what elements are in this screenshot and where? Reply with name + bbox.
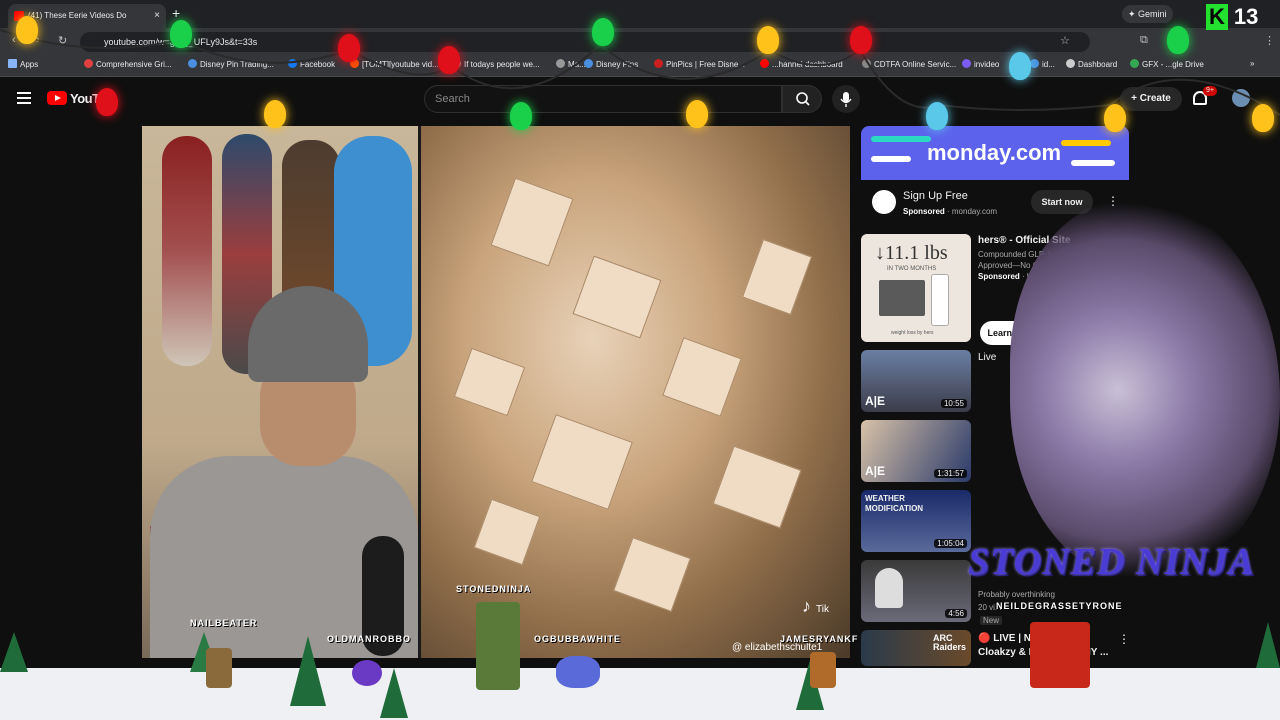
quartz-crystal (453, 347, 526, 417)
chat-username: NAILBEATER (190, 618, 258, 628)
monday-avatar-icon (872, 190, 896, 214)
ad-title[interactable]: Sign Up Free (903, 190, 968, 202)
light-bulb (264, 100, 286, 128)
weight-loss-figure: ↓11.1 lbs (875, 242, 948, 264)
ad-sponsored: Sponsored · monday.com (903, 207, 998, 216)
light-bulb (592, 18, 614, 46)
weight-loss-period: IN TWO MONTHS (887, 266, 937, 272)
chat-username: JAMESRYANKF (780, 634, 859, 644)
tiktok-watermark: ♪ Tik (802, 596, 829, 616)
chat-avatar-sprite (352, 660, 382, 686)
video-title[interactable]: Probably overthinking (978, 590, 1055, 599)
quartz-crystal (473, 498, 541, 566)
vial (931, 274, 949, 326)
chat-avatar-sprite (556, 656, 600, 688)
light-bulb (1167, 26, 1189, 54)
video-duration: 4:56 (945, 609, 967, 618)
channel-badge: A|E (865, 464, 886, 478)
streamer-person (150, 286, 418, 658)
chat-avatar-sprite (206, 648, 232, 688)
channel-badge: A|E (865, 394, 886, 408)
light-bulb (96, 88, 118, 116)
more-options-icon[interactable]: ⋮ (1118, 632, 1130, 646)
quartz-crystal (662, 337, 742, 417)
quartz-crystal (741, 238, 813, 316)
pine-tree (290, 636, 326, 706)
new-tab-button[interactable]: + (172, 5, 180, 21)
light-bulb (510, 102, 532, 130)
chat-avatar-sprite (476, 602, 520, 690)
decorative-stripe (871, 156, 911, 162)
light-bulb (438, 46, 460, 74)
product-box (879, 280, 925, 316)
sponsored-ad-hers-thumbnail[interactable]: ↓11.1 lbs IN TWO MONTHS weight loss by h… (861, 234, 971, 342)
monday-logo: monday.com (927, 140, 1062, 165)
video-duration: 1:05:04 (934, 539, 967, 548)
decorative-stripe (1061, 140, 1111, 146)
chat-avatar-sprite (1030, 622, 1090, 688)
chat-username: NEILDEGRASSETYRONE (996, 601, 1123, 611)
video-thumbnail[interactable]: ARC Raiders (861, 630, 971, 666)
channel-badge: ARC Raiders (933, 633, 967, 652)
light-bulb (926, 102, 948, 130)
christmas-lights-overlay (0, 29, 1280, 116)
ghost-figure (875, 568, 903, 608)
video-thumbnail[interactable]: WEATHER MODIFICATION 1:05:04 (861, 490, 971, 552)
quartz-crystal (531, 414, 633, 510)
thumbnail-caption: WEATHER MODIFICATION (865, 494, 924, 513)
light-bulb (338, 34, 360, 62)
quartz-crystal (572, 255, 662, 339)
crystal-rock-footage (421, 126, 850, 658)
light-bulb (170, 20, 192, 48)
quartz-crystal (712, 445, 802, 529)
video-thumbnail[interactable]: A|E 1:31:57 (861, 420, 971, 482)
quartz-crystal (613, 537, 691, 612)
decorative-stripe (1071, 160, 1115, 166)
tiktok-label: Tik (816, 604, 829, 615)
cannabis-bud-overlay (1010, 200, 1280, 580)
light-bulb (1009, 52, 1031, 80)
chat-username: STONEDNINJA (456, 584, 532, 594)
chat-username: OGBUBBAWHITE (534, 634, 621, 644)
pine-tree (380, 668, 408, 718)
quartz-crystal (490, 177, 574, 267)
video-duration: 1:31:57 (934, 469, 967, 478)
chat-avatar-sprite (810, 652, 836, 688)
beanie (248, 286, 368, 382)
video-player[interactable]: ♪ Tik @ elizabethschulte1 (142, 126, 850, 658)
pine-tree (0, 632, 28, 672)
light-bulb (757, 26, 779, 54)
gemini-label: Gemini (1138, 9, 1167, 19)
video-thumbnail[interactable]: 4:56 (861, 560, 971, 622)
video-duration: 10:55 (940, 399, 967, 408)
light-bulb (686, 100, 708, 128)
stream-title-overlay: STONED NINJA (968, 541, 1255, 583)
video-thumbnail[interactable]: A|E 10:55 (861, 350, 971, 412)
ad-footer: weight loss by hers (891, 330, 934, 336)
ad-banner[interactable]: monday.com (861, 126, 1129, 180)
tab-title: (41) These Eerie Videos Do (28, 11, 127, 20)
pine-tree (1256, 622, 1280, 668)
light-bulb (16, 16, 38, 44)
chat-username: OLDMANROBBO (327, 634, 411, 644)
video-title[interactable]: Live (978, 352, 996, 363)
webcam-feed (142, 126, 418, 658)
light-bulb (1104, 104, 1126, 132)
decorative-stripe (871, 136, 931, 142)
light-bulb (850, 26, 872, 54)
light-bulb (1252, 104, 1274, 132)
new-badge: New (980, 616, 1003, 625)
